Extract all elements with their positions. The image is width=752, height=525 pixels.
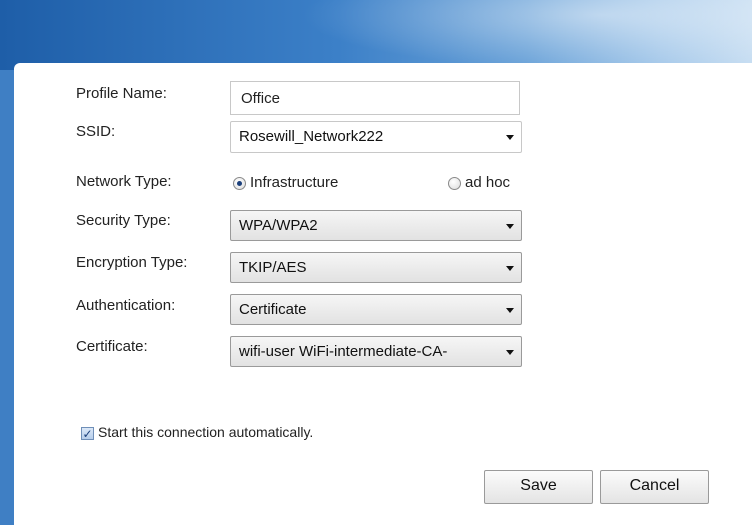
security-type-value: WPA/WPA2	[239, 217, 318, 234]
chevron-down-icon	[506, 135, 514, 140]
authentication-select[interactable]: Certificate	[230, 294, 522, 325]
authentication-value: Certificate	[239, 301, 307, 318]
security-type-select[interactable]: WPA/WPA2	[230, 210, 522, 241]
radio-on-icon[interactable]	[233, 177, 246, 190]
authentication-label: Authentication:	[76, 297, 176, 314]
radio-infrastructure-label[interactable]: Infrastructure	[250, 174, 338, 191]
network-type-label: Network Type:	[76, 173, 172, 190]
certificate-label: Certificate:	[76, 338, 148, 355]
dialog-frame: Profile Name: Office SSID: Rosewill_Netw…	[0, 0, 752, 525]
certificate-value: wifi-user WiFi-intermediate-CA-	[239, 343, 448, 360]
chevron-down-icon	[506, 350, 514, 355]
ssid-combobox[interactable]: Rosewill_Network222	[230, 121, 522, 153]
encryption-type-label: Encryption Type:	[76, 254, 188, 271]
checkbox-checked-icon[interactable]: ✓	[81, 427, 94, 440]
save-button[interactable]: Save	[484, 470, 593, 504]
cancel-button[interactable]: Cancel	[600, 470, 709, 504]
encryption-type-value: TKIP/AES	[239, 259, 307, 276]
chevron-down-icon	[506, 224, 514, 229]
profile-name-input[interactable]: Office	[230, 81, 520, 115]
auto-start-label[interactable]: Start this connection automatically.	[98, 424, 313, 440]
profile-form-panel: Profile Name: Office SSID: Rosewill_Netw…	[14, 63, 752, 525]
profile-name-label: Profile Name:	[76, 85, 167, 102]
radio-off-icon[interactable]	[448, 177, 461, 190]
radio-adhoc-label[interactable]: ad hoc	[465, 174, 510, 191]
chevron-down-icon	[506, 308, 514, 313]
certificate-select[interactable]: wifi-user WiFi-intermediate-CA-	[230, 336, 522, 367]
ssid-label: SSID:	[76, 123, 116, 140]
security-type-label: Security Type:	[76, 212, 171, 229]
banner-swoosh	[300, 0, 752, 70]
ssid-value: Rosewill_Network222	[239, 128, 384, 145]
chevron-down-icon	[506, 266, 514, 271]
encryption-type-select[interactable]: TKIP/AES	[230, 252, 522, 283]
header-banner	[0, 0, 752, 70]
